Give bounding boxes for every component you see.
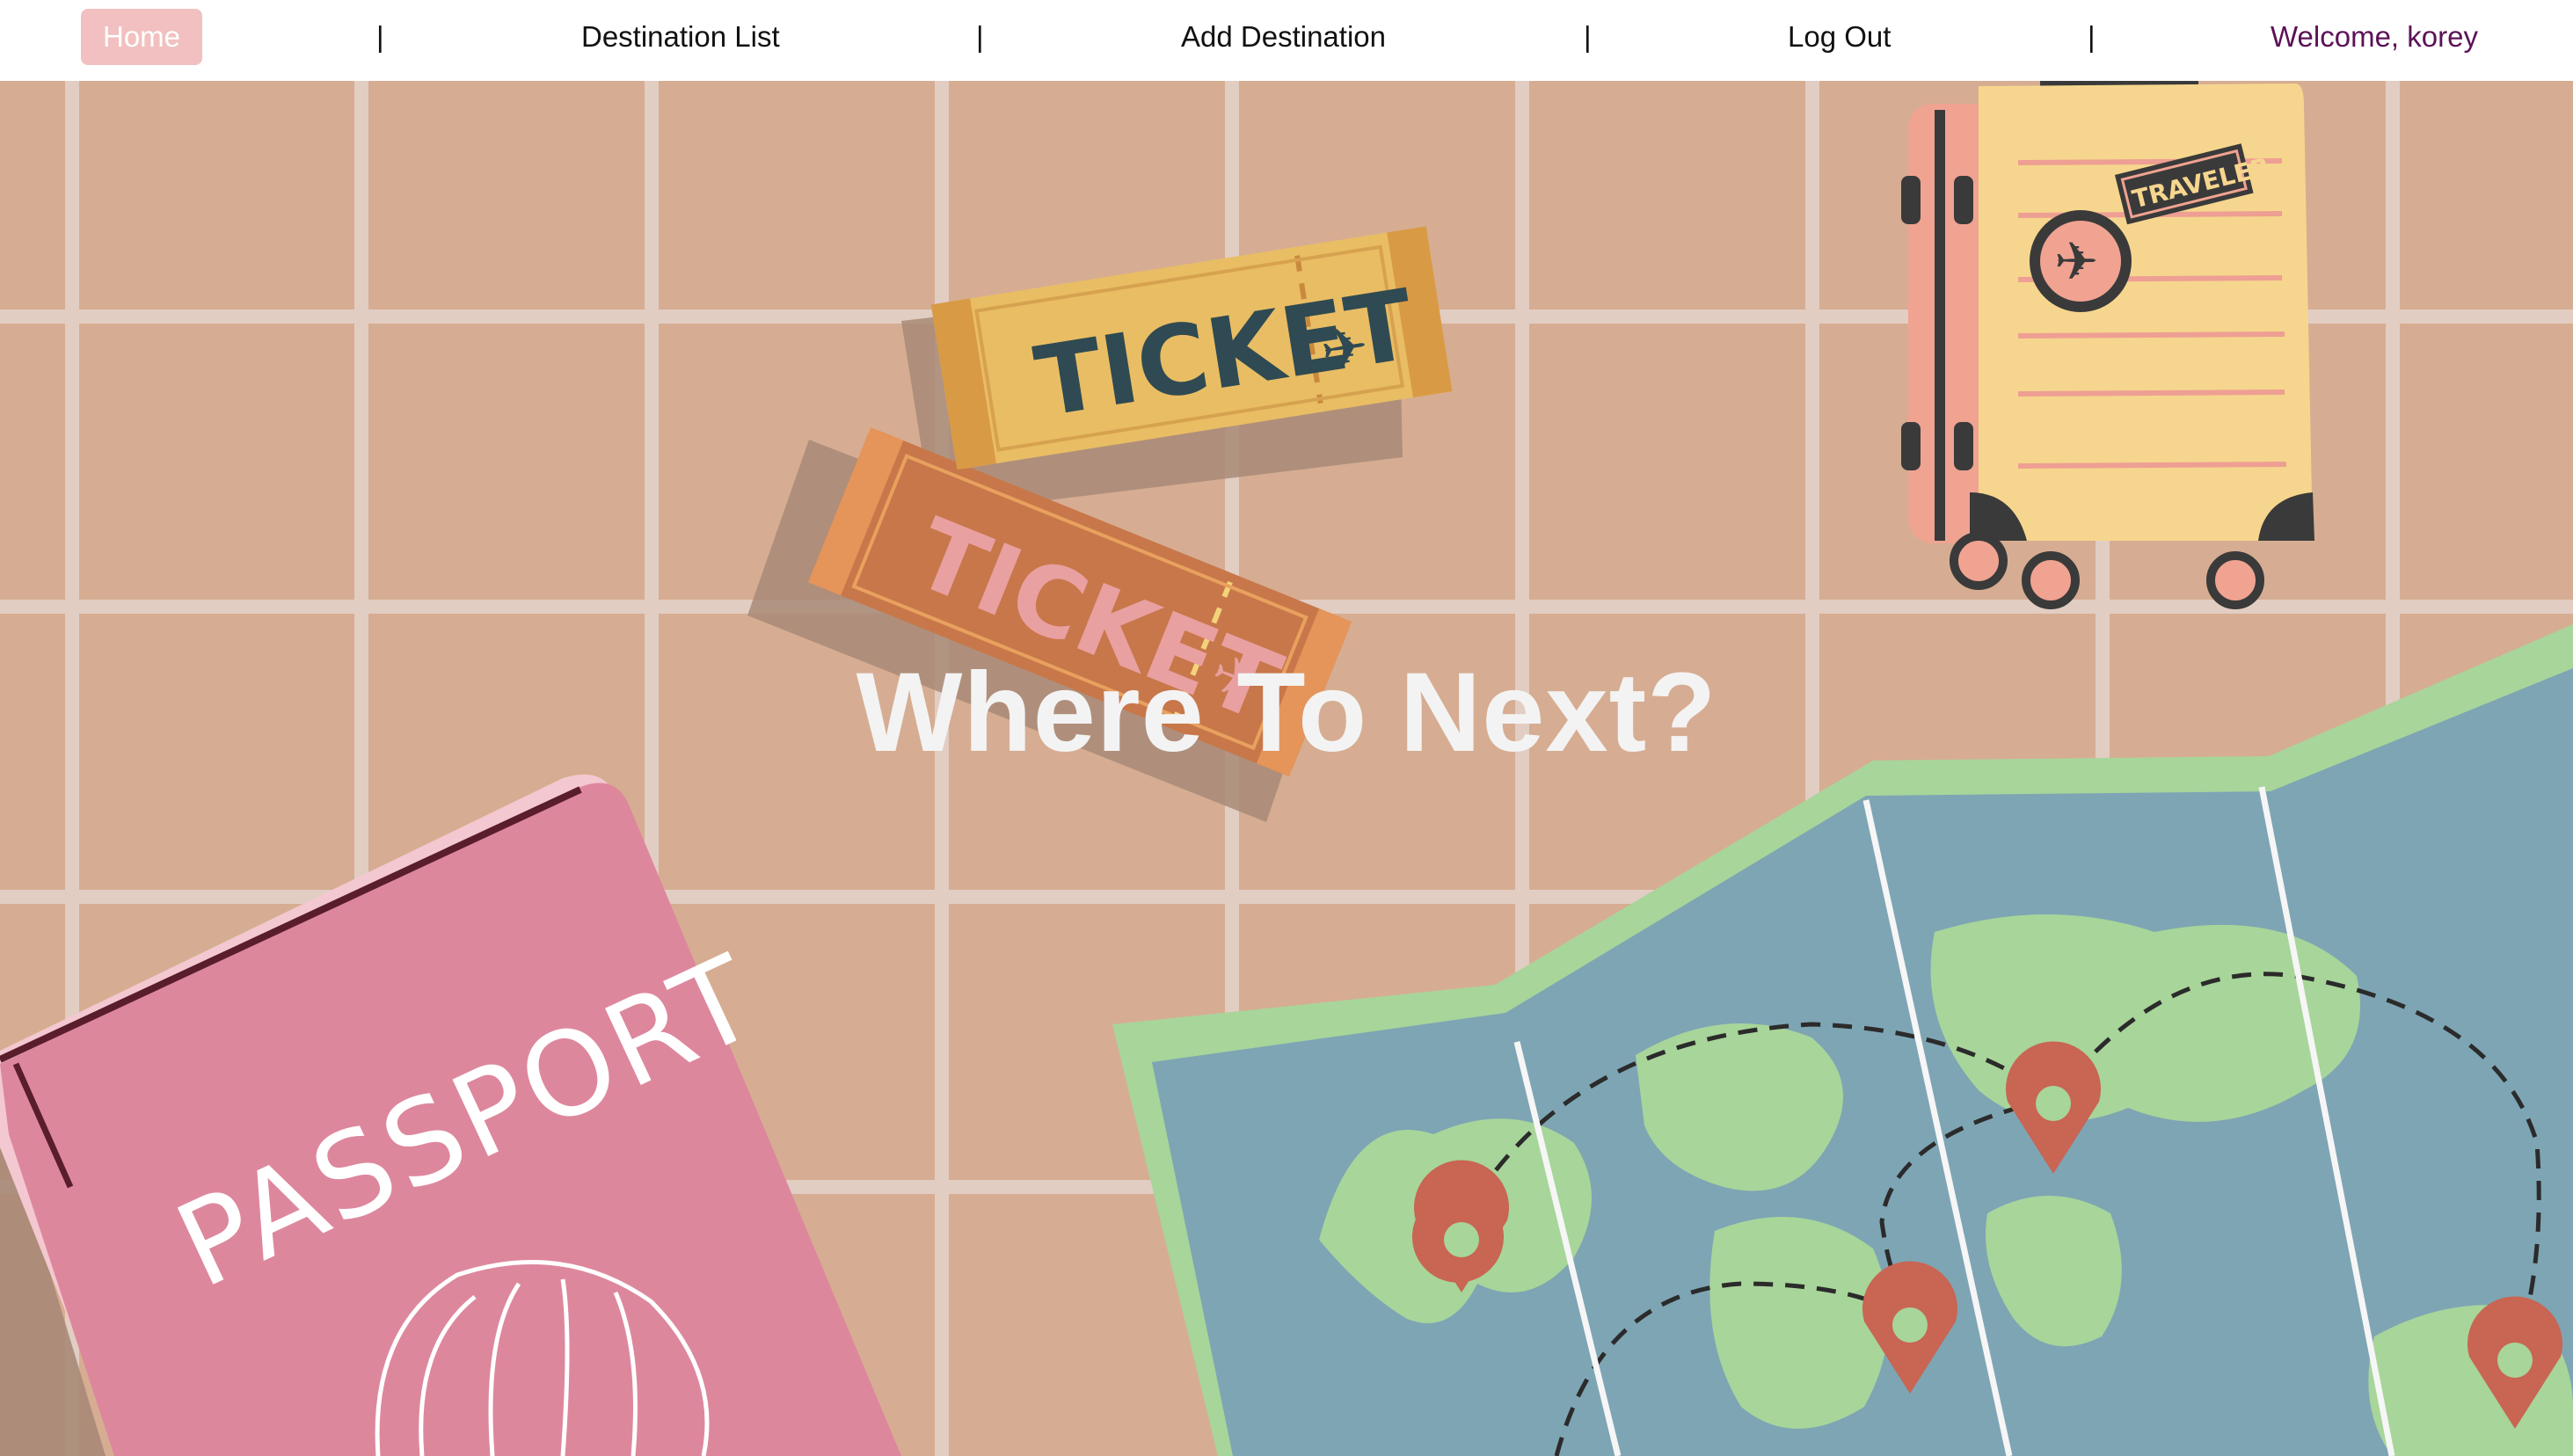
hero-section: TICKET ✈ TICKET ✈ ✈ TRAVELER PASSPORT Wh… [0,81,2573,1456]
nav-separator: | [2088,20,2096,53]
airplane-icon: ✈ [2054,231,2098,293]
nav-separator: | [976,20,984,53]
nav-home-link[interactable]: Home [81,9,202,65]
top-nav-bar: Home | Destination List | Add Destinatio… [0,0,2573,81]
nav-logout-link[interactable]: Log Out [1788,0,1891,74]
airplane-icon: ✈ [1316,314,1374,385]
nav-separator: | [376,20,384,53]
nav-add-destination-link[interactable]: Add Destination [1181,0,1386,74]
nav-separator: | [1584,20,1592,53]
hero-title: Where To Next? [856,650,1717,775]
suitcase-icon: ✈ TRAVELER [1901,81,2314,609]
nav-destination-list-link[interactable]: Destination List [581,0,780,74]
welcome-message: Welcome, korey [2271,20,2478,53]
